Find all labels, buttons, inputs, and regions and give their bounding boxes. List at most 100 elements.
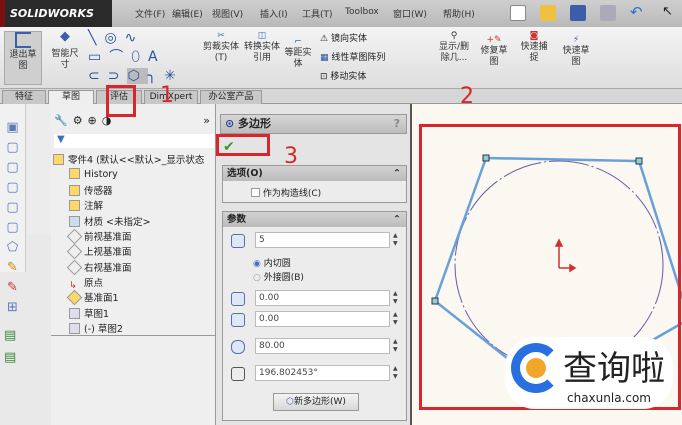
annotation-number-1: 1 [160,83,174,108]
text-icon[interactable]: A [148,49,166,65]
plane-icon [66,243,83,260]
smart-dimension-icon: ◆ [60,29,70,44]
circumscribed-radio[interactable]: ○ 外接圆(B) [253,270,304,283]
graphics-area[interactable]: 2 查询啦 chaxunla.com [410,84,682,425]
polygon-tool-icon: ⬡ [286,397,294,407]
spline-icon[interactable]: ∿ [125,30,145,46]
new-file-icon[interactable] [510,5,526,21]
center-y-input[interactable]: 0.00 [255,311,390,327]
help-button[interactable]: ? [394,115,400,133]
select-cursor-icon[interactable]: ↖ [662,5,678,21]
view-orientation-icons[interactable]: ▣ ▢ ▢ ▢ ▢ ▢ ⬠ ✎ ✎ ⊞ [0,104,25,318]
new-polygon-button[interactable]: ⬡新多边形(W) [273,393,359,411]
circle-diameter-icon [231,340,245,354]
save-icon[interactable] [570,5,586,21]
tree-item[interactable]: 右视基准面 [66,259,132,276]
watermark: 查询啦 chaxunla.com [505,337,673,409]
fillet-icon[interactable]: ╮ [148,68,164,84]
tree-root-part[interactable]: 零件4 (默认<<默认>_显示状态 [53,152,204,166]
collapse-icon[interactable]: ⌃ [393,166,401,181]
checkbox-icon[interactable] [251,188,260,197]
tree-item[interactable]: 前视基准面 [66,228,132,245]
plane-icon [66,228,83,245]
arc-icon[interactable]: ⌒ [109,49,131,65]
mirror-icon: ⚠ [320,34,331,44]
tree-item[interactable]: 上视基准面 [66,243,132,260]
tree-item[interactable]: 草图1 [69,306,109,320]
secondary-toolbar [27,104,51,234]
inscribed-radio[interactable]: ◉ 内切圆 [253,256,291,269]
material-icon [69,216,80,227]
menu-help[interactable]: 帮助(H) [443,7,475,20]
show-delete-relations-button[interactable]: ⚲ 显示/删除几... [436,31,472,64]
linear-pattern-button[interactable]: ▦ 线性草图阵列 [320,49,385,68]
mirror-button[interactable]: ⚠ 镜向实体 [320,30,385,49]
pattern-icon: ▦ [320,53,332,63]
tab-features[interactable]: 特征 [2,90,46,104]
slot-icon[interactable]: ⊂⊃ [88,68,127,84]
center-y-spinner[interactable]: ▲ ▼ [393,311,401,327]
polygon-icon: ⊙ [225,117,239,130]
tree-item[interactable]: 注解 [69,198,103,212]
tree-item[interactable]: History [69,168,118,180]
line-icon[interactable]: ╲ [88,30,104,46]
menu-edit[interactable]: 编辑(E) [172,7,203,20]
circle-icon[interactable]: ◎ [104,30,124,46]
sketch-icon [69,323,80,334]
center-x-spinner[interactable]: ▲ ▼ [393,290,401,306]
filter-icon: ▼ [57,134,65,145]
part-icon [53,154,64,165]
tree-item[interactable]: 基准面1 [66,289,119,306]
open-folder-icon[interactable] [540,5,556,21]
radio-selected-icon: ◉ [253,259,261,269]
watermark-brand: 查询啦 [563,349,665,389]
parameters-section: 参数 ⌃ 5 ▲ ▼ ◉ 内切圆 ○ 外接圆(B) 0.00 ▲ ▼ 0.00 ▲ ▼ … [222,211,407,421]
highlight-box-1 [106,85,136,117]
angle-spinner[interactable]: ▲ ▼ [393,365,401,381]
feature-manager-tree: 🔧⚙⊕◑» ▼ 零件4 (默认<<默认>_显示状态 History 传感器 注解… [51,104,216,425]
sides-spinner[interactable]: ▲ ▼ [393,232,401,248]
extra-toolbar-icons[interactable]: ▤ ▤ [4,325,16,369]
expand-chevron-icon[interactable]: » [203,114,210,127]
exit-sketch-button[interactable]: 退出草图 [4,31,42,85]
polygon-tool-icon[interactable]: ⬡ [127,68,148,84]
filter-input[interactable]: ▼ [54,134,214,148]
point-icon[interactable]: ✳ [164,68,184,84]
menu-view[interactable]: 视图(V) [212,7,243,20]
quick-snaps-button[interactable]: ◙ 快速捕捉 [518,31,550,64]
menu-file[interactable]: 文件(F) [135,7,165,20]
sketch-icon [69,308,80,319]
smart-dimension-button[interactable]: ◆ 智能尺寸 [46,29,84,73]
trim-button[interactable]: ✂ 剪裁实体(T) [203,31,239,64]
mirror-pattern-group: ⚠ 镜向实体 ▦ 线性草图阵列 ⊡ 移动实体 [320,30,385,87]
tree-divider [51,335,215,336]
tab-sketch[interactable]: 草图 [48,90,94,104]
undo-icon[interactable]: ↶ [630,5,646,21]
angle-input[interactable]: 196.802453° [255,365,390,381]
repair-sketch-button[interactable]: +✎ 修复草图 [478,35,510,68]
menu-tools[interactable]: 工具(T) [302,7,333,20]
move-button[interactable]: ⊡ 移动实体 [320,68,385,87]
diameter-spinner[interactable]: ▲ ▼ [393,338,401,354]
diameter-input[interactable]: 80.00 [255,338,390,354]
tree-item[interactable]: 材质 <未指定> [69,214,150,228]
convert-entities-button[interactable]: ◫ 转换实体引用 [244,31,280,64]
options-header[interactable]: 选项(O) ⌃ [223,166,406,181]
rectangle-icon[interactable]: ▭ [88,49,109,65]
collapse-icon[interactable]: ⌃ [393,212,401,227]
menu-window[interactable]: 窗口(W) [393,7,427,20]
rapid-sketch-button[interactable]: ⚡ 快速草图 [560,35,592,68]
angle-icon [231,367,245,381]
offset-button[interactable]: ⌐ 等距实体 [282,37,314,70]
center-x-input[interactable]: 0.00 [255,290,390,306]
tree-item[interactable]: 传感器 [69,183,113,197]
ellipse-icon[interactable]: ⬯ [131,49,148,65]
construction-checkbox[interactable]: 作为构造线(C) [251,186,321,199]
menu-toolbox[interactable]: Toolbox [345,7,379,17]
sides-input[interactable]: 5 [255,232,390,248]
parameters-header[interactable]: 参数 ⌃ [223,212,406,227]
tab-office-products[interactable]: 办公室产品 [200,90,262,104]
tree-item[interactable]: (-) 草图2 [69,321,123,335]
menu-insert[interactable]: 插入(I) [260,7,288,20]
print-icon[interactable] [600,5,616,21]
